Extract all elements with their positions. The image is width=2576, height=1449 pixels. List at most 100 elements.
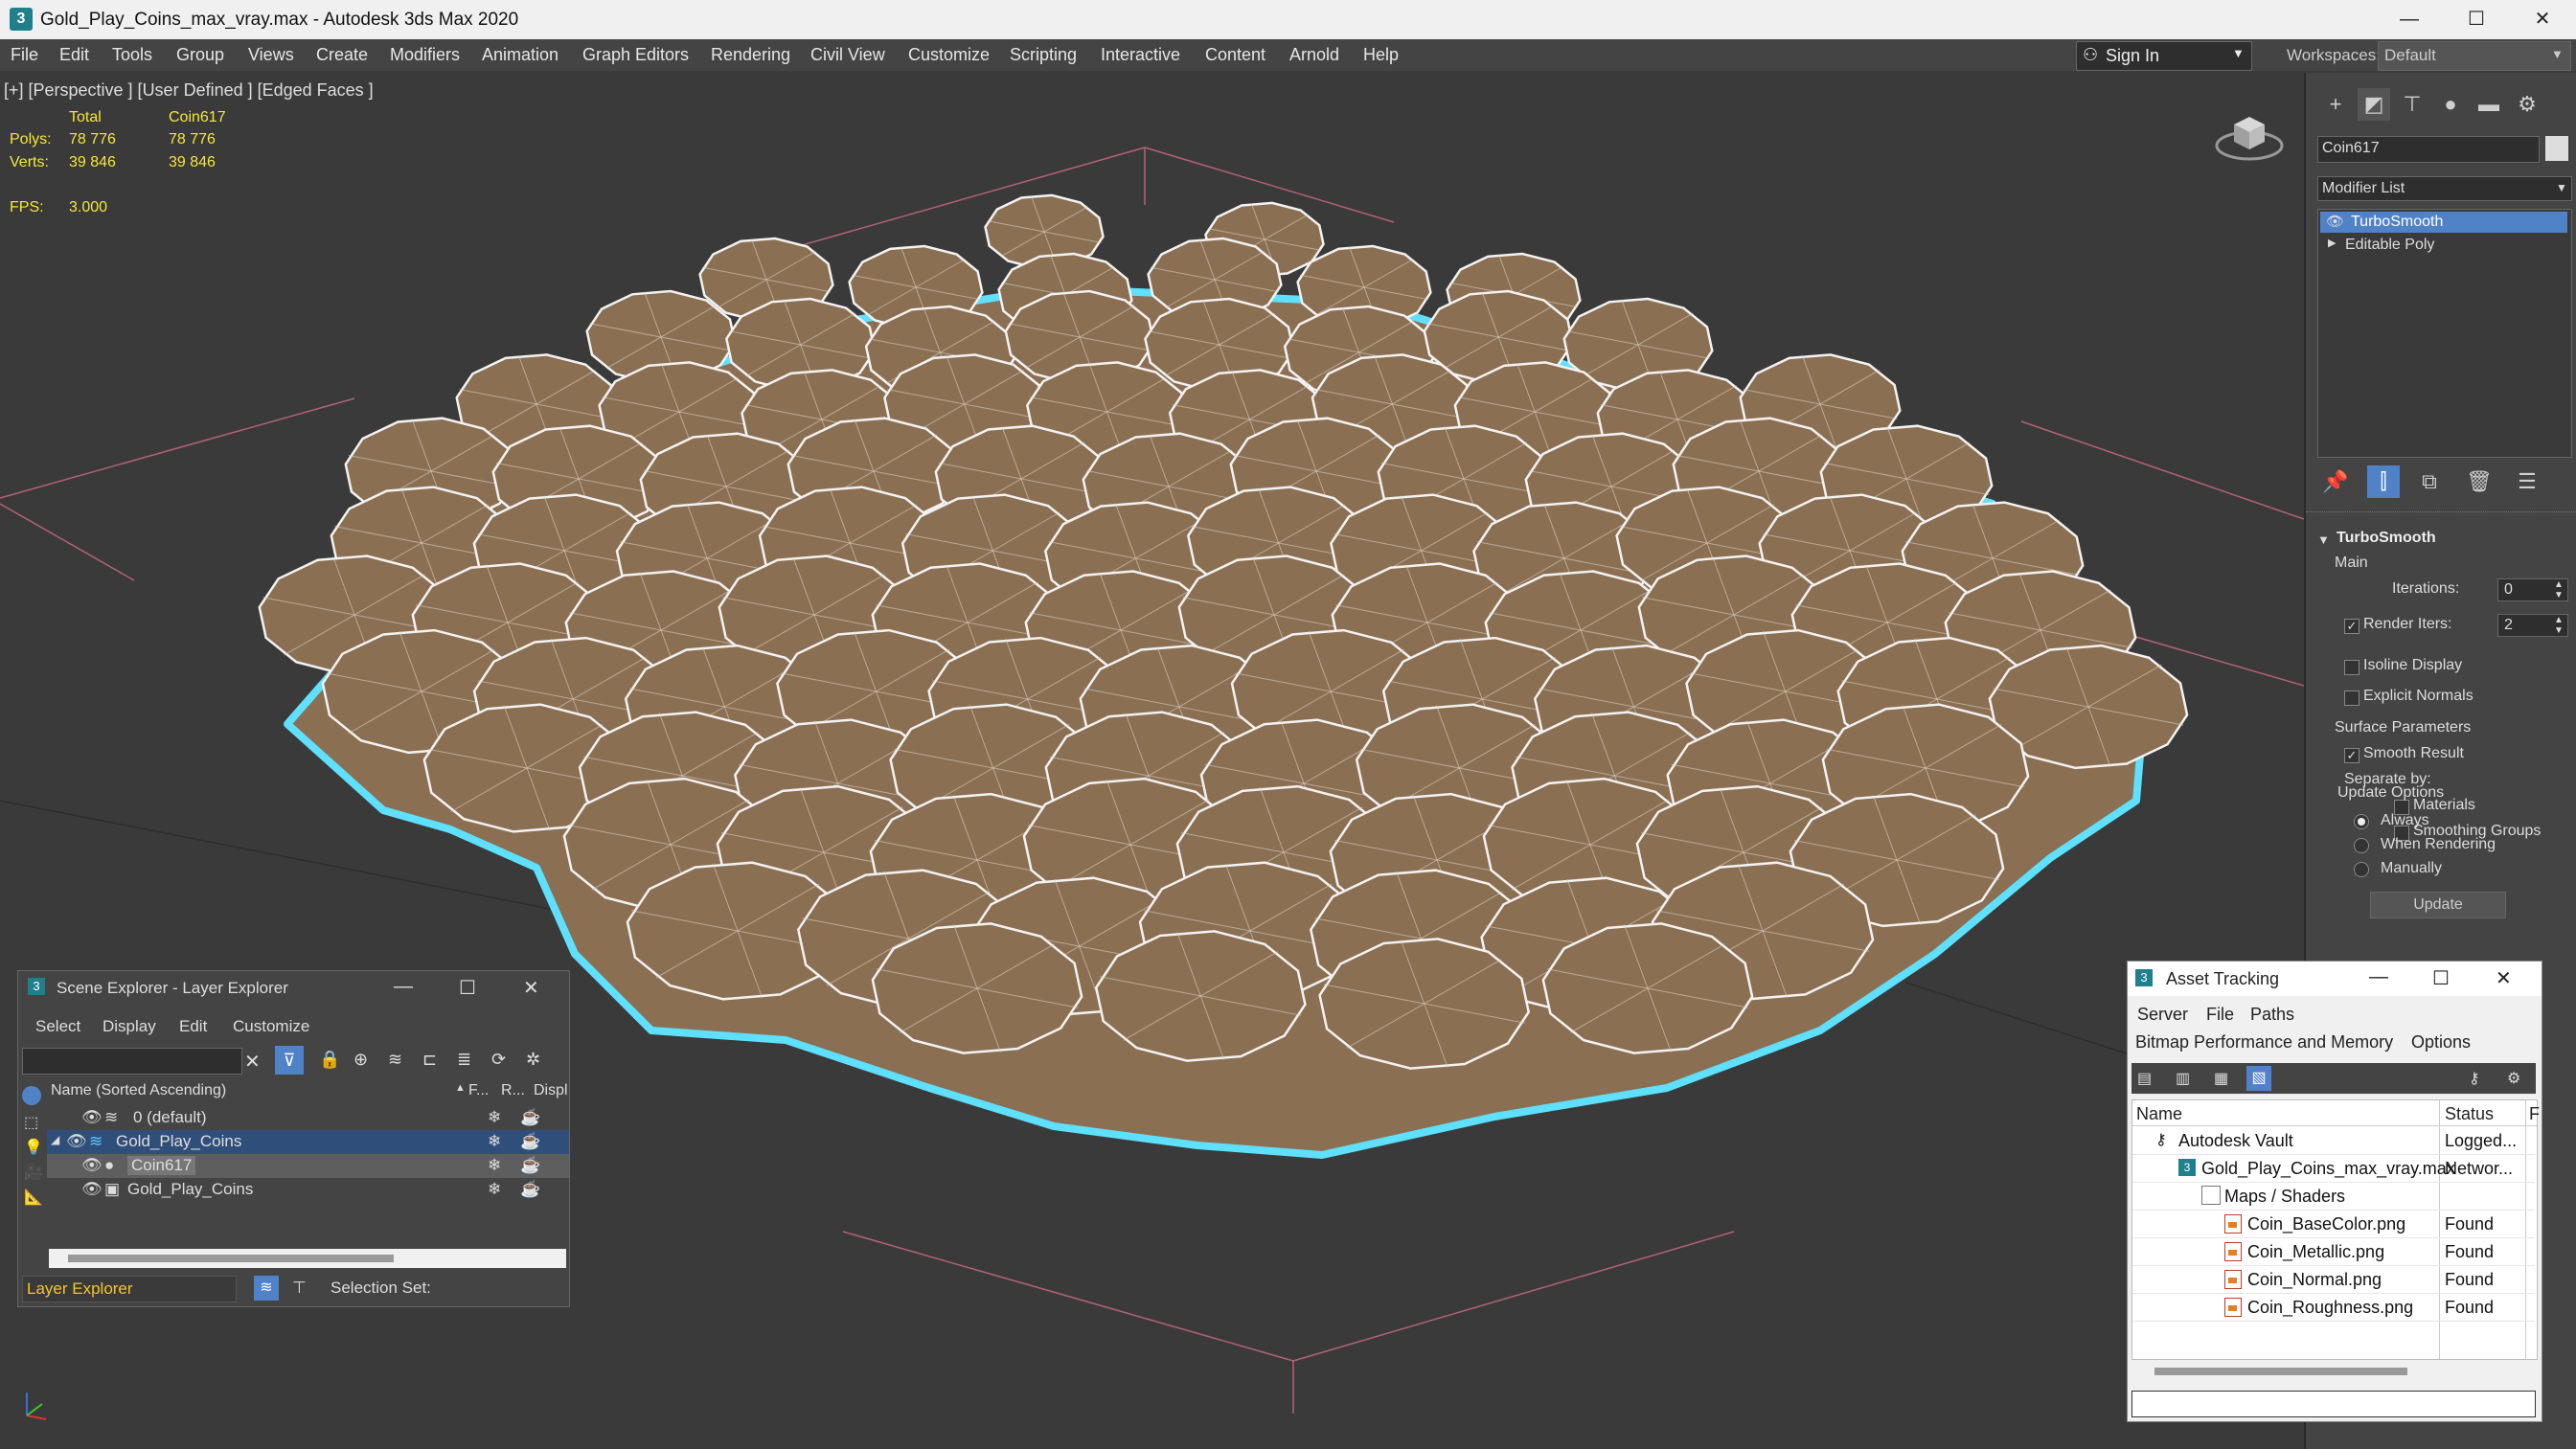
eye-icon[interactable]: 👁 — [2326, 213, 2344, 230]
display-objects-icon[interactable] — [22, 1086, 41, 1105]
freeze-icon[interactable]: ❄ — [488, 1180, 501, 1199]
horizontal-scrollbar[interactable] — [2131, 1362, 2536, 1381]
freeze-icon[interactable]: ❄ — [488, 1108, 501, 1127]
at-menu-bitmap-performance[interactable]: Bitmap Performance and Memory — [2135, 1032, 2393, 1053]
motion-tab-icon[interactable]: ● — [2434, 88, 2467, 121]
menu-views[interactable]: Views — [248, 45, 294, 65]
menu-help[interactable]: Help — [1363, 45, 1399, 65]
menu-create[interactable]: Create — [316, 45, 368, 65]
table-row[interactable]: ⚷ Autodesk Vault Logged... — [2132, 1126, 2535, 1155]
menu-civil-view[interactable]: Civil View — [810, 45, 885, 65]
hierarchy-icon[interactable]: ⊏ — [422, 1050, 437, 1070]
workspace-select[interactable]: Default ▼ — [2378, 41, 2571, 71]
show-end-result-icon[interactable]: ⫿ — [2367, 465, 2400, 498]
close-button[interactable]: ✕ — [2496, 966, 2512, 990]
clear-search-icon[interactable]: ✕ — [244, 1050, 261, 1074]
menu-scripting[interactable]: Scripting — [1010, 45, 1077, 65]
render-icon[interactable]: ☕ — [520, 1108, 540, 1127]
maximize-button[interactable]: ☐ — [459, 976, 476, 1000]
explicit-normals-checkbox[interactable] — [2344, 691, 2359, 706]
sign-in-dropdown[interactable]: ⚇ Sign In ▼ — [2076, 41, 2252, 71]
spinner-arrows-icon[interactable]: ▲ ▼ — [2554, 579, 2564, 600]
table-row[interactable]: 👁 ● Coin617 ❄ ☕ — [47, 1154, 569, 1178]
lock-icon[interactable]: 🔒 — [319, 1050, 340, 1070]
eye-icon[interactable]: 👁 — [81, 1108, 103, 1127]
list-icon[interactable]: ▥ — [2176, 1069, 2190, 1088]
table-row[interactable]: 3 Gold_Play_Coins_max_vray.max Networ... — [2132, 1154, 2535, 1183]
modify-tab-icon[interactable]: ◩ — [2358, 88, 2390, 121]
update-button[interactable]: Update — [2370, 892, 2506, 918]
render-icon[interactable]: ☕ — [520, 1132, 540, 1151]
maximize-button[interactable]: ☐ — [2432, 966, 2450, 990]
filter-icon[interactable]: ⊽ — [275, 1046, 304, 1075]
display-helpers-icon[interactable]: 📐 — [24, 1188, 43, 1207]
trash-icon[interactable]: 🗑 — [2463, 465, 2496, 498]
col-render-header[interactable]: R... — [501, 1082, 525, 1099]
menu-tools[interactable]: Tools — [112, 45, 152, 65]
render-icon[interactable]: ☕ — [520, 1180, 540, 1199]
col-name-header[interactable]: Name — [2136, 1104, 2182, 1124]
table-row[interactable]: 👁 ▣ Gold_Play_Coins ❄ ☕ — [47, 1178, 569, 1202]
stack-icon[interactable]: ≣ — [457, 1050, 471, 1070]
table-row[interactable]: Coin_Metallic.png Found — [2132, 1237, 2535, 1266]
when-rendering-radio[interactable] — [2354, 838, 2369, 853]
scrollbar-thumb[interactable] — [68, 1255, 394, 1262]
asset-tracking-titlebar[interactable]: 3 Asset Tracking — ☐ ✕ — [2128, 962, 2542, 996]
maximize-button[interactable]: ☐ — [2443, 0, 2510, 39]
spinner-arrows-icon[interactable]: ▲ ▼ — [2554, 615, 2564, 636]
menu-rendering[interactable]: Rendering — [711, 45, 790, 65]
col-name-header[interactable]: Name (Sorted Ascending) — [51, 1082, 226, 1099]
minimize-button[interactable]: — — [2369, 966, 2388, 988]
rollout-collapse-icon[interactable]: ▼ — [2317, 532, 2330, 547]
se-search-input[interactable] — [22, 1048, 242, 1075]
table-row[interactable]: 👁 ≋ 0 (default) ❄ ☕ — [47, 1106, 569, 1130]
close-button[interactable]: ✕ — [523, 976, 539, 1000]
display-lights-icon[interactable]: 💡 — [24, 1138, 43, 1157]
menu-file[interactable]: File — [11, 45, 38, 65]
minimize-button[interactable]: — — [394, 976, 413, 998]
menu-content[interactable]: Content — [1205, 45, 1265, 65]
col-extra-header[interactable]: F — [2529, 1104, 2540, 1124]
manually-radio[interactable] — [2354, 862, 2369, 877]
col-freeze-header[interactable]: F... — [468, 1082, 489, 1099]
configure-modifier-sets-icon[interactable]: ☰ — [2511, 465, 2543, 498]
at-menu-server[interactable]: Server — [2137, 1005, 2188, 1025]
display-geometry-icon[interactable]: ⬚ — [24, 1113, 38, 1132]
refresh-icon[interactable]: ▤ — [2137, 1069, 2152, 1088]
expand-arrow-icon[interactable]: ▶ — [2328, 237, 2336, 249]
minimize-button[interactable]: — — [2376, 0, 2443, 39]
make-unique-icon[interactable]: ⧉ — [2413, 465, 2446, 498]
layers-icon[interactable]: ≋ — [388, 1050, 402, 1070]
table-view-icon[interactable]: ▧ — [2246, 1066, 2271, 1091]
menu-interactive[interactable]: Interactive — [1101, 45, 1180, 65]
display-cameras-icon[interactable]: 🎥 — [24, 1163, 43, 1182]
always-radio[interactable] — [2354, 814, 2369, 829]
render-iters-spinner[interactable]: 2 ▲ ▼ — [2497, 614, 2568, 637]
create-tab-icon[interactable]: + — [2319, 88, 2352, 121]
stack-item-editable-poly[interactable]: ▶ Editable Poly — [2320, 235, 2567, 256]
settings-icon[interactable]: ⚙ — [2507, 1069, 2520, 1088]
scene-explorer-titlebar[interactable]: 3 Scene Explorer - Layer Explorer — ☐ ✕ — [18, 971, 569, 1004]
utilities-tab-icon[interactable]: ⚙ — [2511, 88, 2543, 121]
sync-icon[interactable]: ⟳ — [491, 1050, 506, 1070]
explorer-type-dropdown[interactable]: Layer Explorer — [22, 1276, 237, 1302]
stack-item-turbosmooth[interactable]: 👁 TurboSmooth — [2320, 212, 2567, 233]
panel-divider[interactable] — [2306, 511, 2576, 516]
eye-icon[interactable]: 👁 — [81, 1180, 103, 1199]
menu-modifiers[interactable]: Modifiers — [390, 45, 460, 65]
expand-arrow-icon[interactable]: ◢ — [51, 1133, 59, 1146]
col-status-header[interactable]: Status — [2445, 1104, 2494, 1124]
table-row[interactable]: ◢ 👁 ≋ Gold_Play_Coins ❄ ☕ — [47, 1130, 569, 1154]
hierarchy-icon[interactable]: ⊤ — [292, 1279, 307, 1298]
se-menu-edit[interactable]: Edit — [179, 1017, 207, 1036]
layers-icon[interactable]: ≋ — [254, 1276, 279, 1301]
close-button[interactable]: ✕ — [2509, 0, 2576, 39]
new-layer-icon[interactable]: ⊕ — [353, 1050, 368, 1070]
menu-arnold[interactable]: Arnold — [1289, 45, 1339, 65]
display-tab-icon[interactable]: ▬ — [2473, 88, 2505, 121]
col-display-header[interactable]: Displ — [534, 1082, 568, 1099]
eye-icon[interactable]: 👁 — [66, 1132, 87, 1151]
render-icon[interactable]: ☕ — [520, 1156, 540, 1175]
scrollbar-thumb[interactable] — [2154, 1368, 2407, 1375]
se-menu-select[interactable]: Select — [35, 1017, 80, 1036]
